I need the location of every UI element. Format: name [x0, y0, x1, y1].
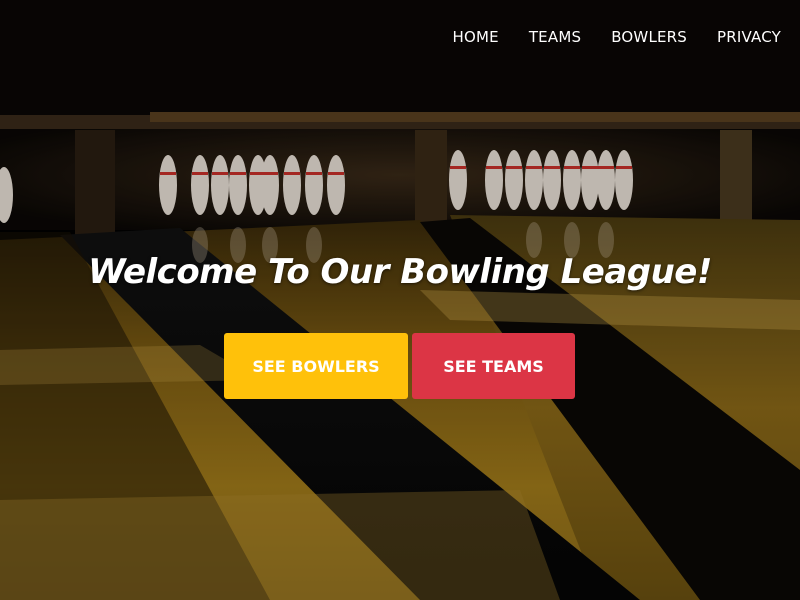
hero-headline: Welcome To Our Bowling League! — [88, 252, 712, 292]
nav-link-bowlers[interactable]: BOWLERS — [611, 28, 687, 46]
bowling-alley-image — [0, 0, 800, 600]
top-navigation: HOME TEAMS BOWLERS PRIVACY — [0, 0, 800, 74]
nav-link-teams[interactable]: TEAMS — [529, 28, 581, 46]
see-teams-button[interactable]: SEE TEAMS — [412, 333, 575, 399]
nav-link-privacy[interactable]: PRIVACY — [717, 28, 781, 46]
see-bowlers-button[interactable]: SEE BOWLERS — [224, 333, 408, 399]
nav-link-home[interactable]: HOME — [453, 28, 499, 46]
hero-background-image — [0, 0, 800, 600]
